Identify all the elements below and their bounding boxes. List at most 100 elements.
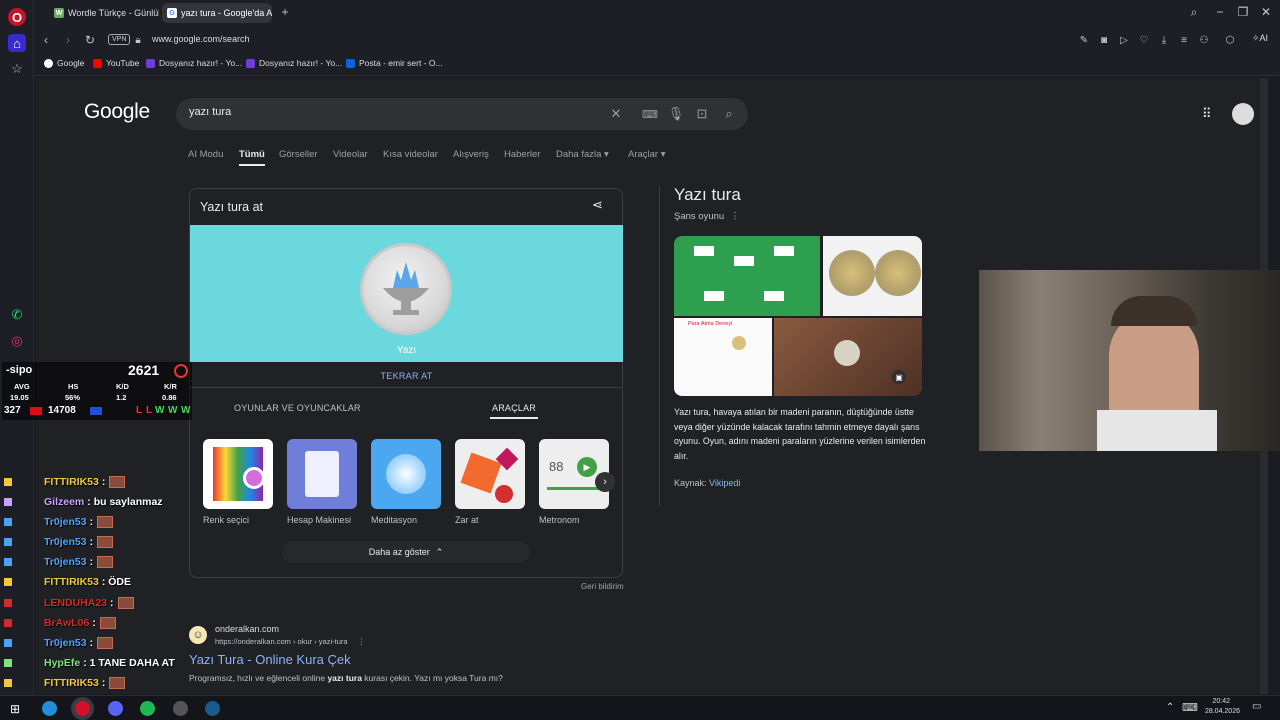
url-field[interactable]: www.google.com/search [152, 34, 250, 44]
edge-icon[interactable] [42, 701, 57, 716]
tool-dice[interactable] [455, 439, 525, 509]
vpn-badge[interactable]: VPN [108, 34, 131, 45]
clock-date[interactable]: 28.04.2026 [1196, 708, 1240, 715]
edit-icon[interactable]: ✎ [1076, 32, 1092, 48]
windows-start-icon[interactable]: ⊞ [10, 702, 20, 716]
source-link[interactable]: Vikipedi [709, 478, 740, 488]
tab-images[interactable]: Görseller [279, 149, 318, 160]
spotify-icon[interactable] [140, 701, 155, 716]
star-icon[interactable]: ☆ [8, 60, 26, 78]
new-tab-icon[interactable]: + [277, 4, 293, 20]
chat-text: : ÖDE [101, 576, 132, 588]
tool-color-picker[interactable] [203, 439, 273, 509]
home-icon[interactable]: ⌂ [8, 34, 26, 52]
download-icon[interactable]: ⤓ [1156, 32, 1172, 48]
coin-area[interactable]: Yazı [190, 225, 623, 362]
play-icon[interactable]: ▷ [1116, 32, 1132, 48]
search-tabs-icon[interactable]: ⌕ [1186, 4, 1202, 20]
coin-image [829, 250, 875, 296]
tab-shopping[interactable]: Alışveriş [453, 149, 489, 160]
avatar[interactable] [1232, 103, 1254, 125]
apps-grid-icon[interactable]: ⠿ [1202, 106, 1212, 122]
obs-icon[interactable] [173, 701, 188, 716]
chat-text: : 1 TANE DAHA AT [83, 657, 175, 669]
more-options-icon[interactable]: ⋮ [358, 637, 366, 646]
form-result: W [168, 405, 178, 416]
back-icon[interactable]: ‹ [38, 32, 54, 48]
tool-calculator[interactable] [287, 439, 357, 509]
gallery-icon[interactable]: ▣ [892, 370, 906, 384]
share-icon[interactable]: ⋖ [592, 197, 603, 213]
show-less-button[interactable]: Daha az göster ⌃ [282, 541, 530, 563]
tab-wordle[interactable]: W Wordle Türkçe - Günlük K [49, 3, 159, 23]
bookmark-google[interactable]: Google [44, 58, 84, 68]
notifications-icon[interactable]: ▭ [1252, 701, 1261, 712]
tab-videos[interactable]: Videolar [333, 149, 368, 160]
tab-tools-category[interactable]: ARAÇLAR [492, 403, 536, 413]
minimize-icon[interactable]: − [1212, 4, 1228, 20]
google-logo[interactable]: Google [84, 100, 150, 124]
tab-news[interactable]: Haberler [504, 149, 540, 160]
menu-icon[interactable]: ≡ [1176, 32, 1192, 48]
image-hand-coin[interactable]: ▣ [774, 318, 922, 396]
tab-google-search[interactable]: G yazı tura - Google'da Ara [162, 3, 272, 23]
result-site-name[interactable]: onderalkan.com [215, 624, 279, 634]
form-result: L [146, 405, 153, 416]
flip-again-button[interactable]: TEKRAR AT [190, 371, 623, 381]
clear-icon[interactable]: ✕ [608, 106, 624, 122]
bookmark-dosyaniz-2[interactable]: Dosyanız hazır! - Yo... [246, 58, 342, 68]
chat-message: Tr0jen53: [4, 536, 114, 548]
tab-short-videos[interactable]: Kısa videolar [383, 149, 438, 160]
result-url[interactable]: https://onderalkan.com › okur › yazi-tur… [215, 637, 365, 646]
forward-icon[interactable]: › [60, 32, 76, 48]
matches-count: 327 [4, 405, 21, 416]
image-experiment[interactable]: Para Atma Deneyi [674, 318, 772, 396]
whatsapp-icon[interactable]: ✆ [8, 306, 26, 324]
bookmark-label: Dosyanız hazır! - Yo... [159, 58, 243, 68]
image-diagram[interactable] [674, 236, 820, 316]
opera-logo-icon[interactable]: O [8, 8, 26, 26]
reload-icon[interactable]: ↻ [82, 32, 98, 48]
maximize-icon[interactable]: ❐ [1235, 4, 1251, 20]
keyboard-icon[interactable]: ⌨ [642, 106, 658, 122]
discord-icon[interactable] [108, 701, 123, 716]
bookmark-youtube[interactable]: YouTube [93, 58, 139, 68]
tab-ai-mode[interactable]: AI Modu [188, 149, 223, 160]
lock-icon[interactable]: 🔒︎ [130, 32, 146, 48]
extensions-icon[interactable]: ⬡ [1222, 32, 1238, 48]
bookmark-posta[interactable]: Posta - emir sert - O... [346, 58, 443, 68]
diagram-box [734, 256, 754, 266]
next-arrow-icon[interactable]: › [595, 472, 615, 492]
coin[interactable] [360, 243, 452, 335]
tab-more[interactable]: Daha fazla ▾ [556, 149, 609, 160]
tab-tools[interactable]: Araçlar ▾ [628, 149, 666, 160]
camera-icon[interactable]: ◙ [1096, 32, 1112, 48]
search-input[interactable]: yazı tura [189, 106, 231, 118]
knowledge-panel-images[interactable]: Para Atma Deneyi ▣ [674, 236, 922, 396]
lens-icon[interactable]: ⊡ [694, 106, 710, 122]
tab-games-toys[interactable]: OYUNLAR VE OYUNCAKLAR [234, 403, 361, 413]
clock-time[interactable]: 20:42 [1206, 698, 1230, 705]
microphone-icon[interactable]: 🎙︎ [668, 106, 685, 122]
bookmark-label: YouTube [106, 58, 140, 68]
instagram-icon[interactable]: ◎ [8, 332, 26, 350]
steam-icon[interactable] [205, 701, 220, 716]
opera-icon[interactable] [75, 701, 90, 716]
tab-all[interactable]: Tümü [239, 149, 265, 160]
tool-meditation[interactable] [371, 439, 441, 509]
image-coins[interactable] [823, 236, 922, 316]
heart-icon[interactable]: ♡ [1136, 32, 1152, 48]
chat-text: : [89, 516, 94, 528]
ai-button[interactable]: ✧AI [1252, 33, 1268, 44]
coin-result-label: Yazı [396, 345, 417, 356]
profile-icon[interactable]: ⚇ [1196, 32, 1212, 48]
more-options-icon[interactable]: ⋮ [730, 211, 740, 222]
mail-icon [346, 58, 355, 68]
close-window-icon[interactable]: ✕ [1258, 4, 1274, 20]
tray-chevron-icon[interactable]: ⌃ [1166, 702, 1174, 713]
feedback-link[interactable]: Geri bildirim [581, 582, 624, 591]
search-box[interactable]: yazı tura ✕ ⌨ 🎙︎ ⊡ ⌕ [176, 98, 748, 130]
result-title-link[interactable]: Yazı Tura - Online Kura Çek [189, 652, 351, 667]
bookmark-dosyaniz-1[interactable]: Dosyanız hazır! - Yo... [146, 58, 242, 68]
search-icon[interactable]: ⌕ [721, 106, 737, 122]
